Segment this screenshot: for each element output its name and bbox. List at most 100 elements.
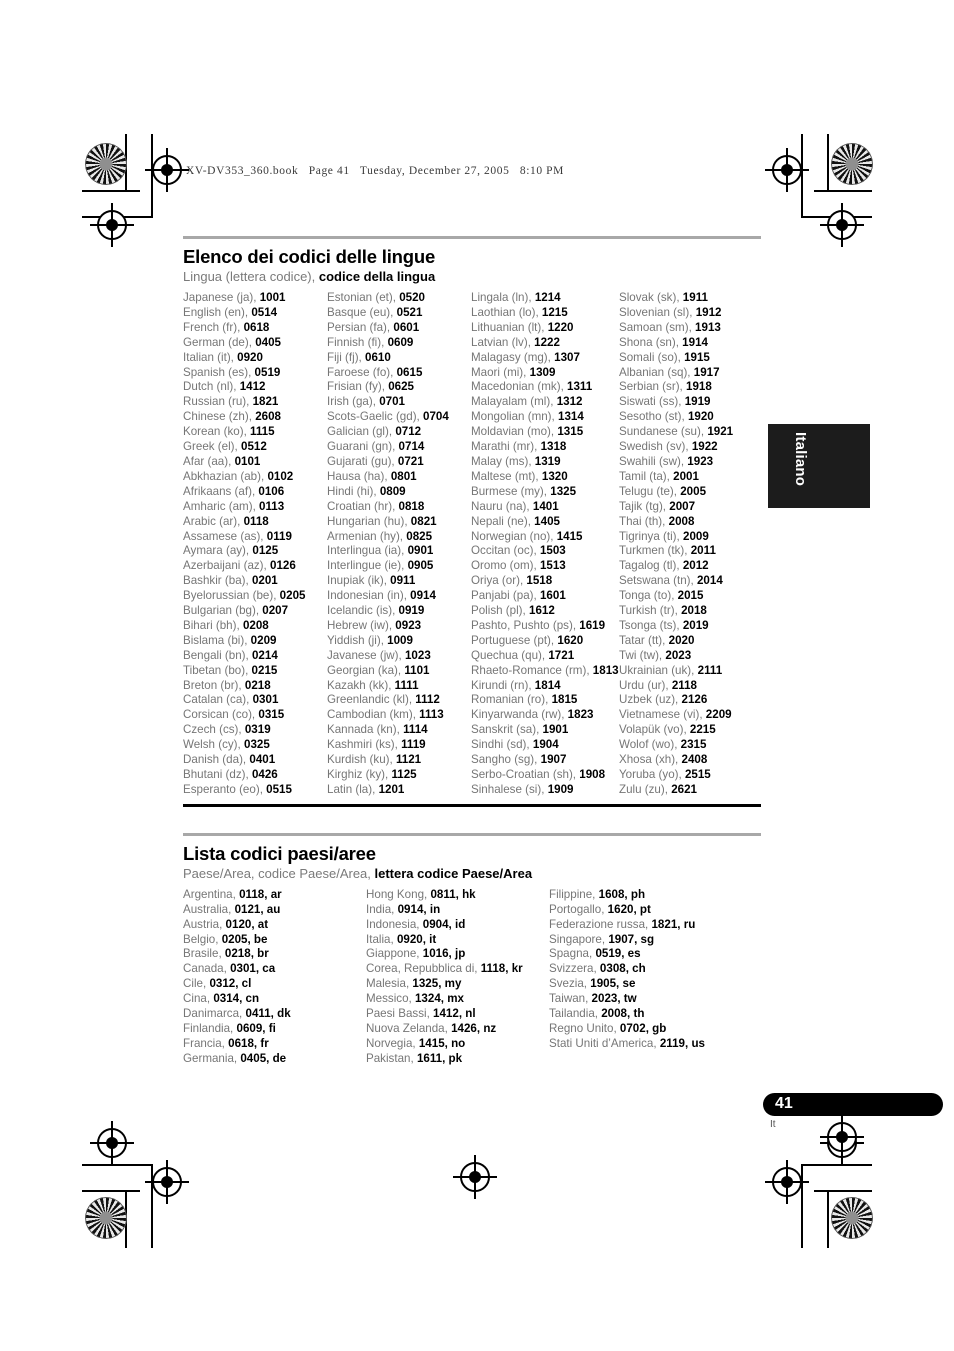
entry-name: Malay (ms), [471,454,532,468]
entry-name: Bislama (bi), [183,633,248,647]
entry-name: Messico, [366,992,412,1006]
entry-name: Spanish (es), [183,365,252,379]
entry-code: 1904 [532,738,559,752]
entry-code: 1319 [534,454,561,468]
list-item: Basque (eu), 0521 [327,306,471,321]
list-item: Scots-Gaelic (gd), 0704 [327,410,471,425]
list-item: Shona (sn), 1914 [619,336,761,351]
entry-name: Stati Uniti d’America, [549,1036,657,1050]
entry-name: Federazione russa, [549,917,649,931]
entry-name: Abkhazian (ab), [183,469,265,483]
entry-code: 2014 [696,574,723,588]
entry-name: Pashto, Pushto (ps), [471,618,577,632]
entry-code: 1905, se [590,977,636,991]
entry-code: 1923 [687,454,714,468]
list-item: Malay (ms), 1319 [471,455,619,470]
list-item: Finlandia, 0609, fi [183,1022,366,1037]
entry-name: Afrikaans (af), [183,484,256,498]
list-item: Messico, 1324, mx [366,992,549,1007]
list-item: Ukrainian (uk), 2111 [619,664,761,679]
entry-name: Tibetan (bo), [183,663,249,677]
entry-name: Norwegian (no), [471,529,554,543]
entry-code: 1813 [592,663,619,677]
country-column-1: Argentina, 0118, ar Australia, 0121, au Au… [183,888,366,1067]
entry-name: Brasile, [183,947,222,961]
entry-name: Danish (da), [183,753,247,767]
list-item: Canada, 0301, ca [183,962,366,977]
registration-target-bottom-center [453,1155,497,1199]
entry-name: Italia, [366,932,394,946]
entry-code: 1914 [682,335,708,349]
entry-code: 2019 [682,618,709,632]
country-column-2: Hong Kong, 0811, hk India, 0914, in Indone… [366,888,549,1067]
list-item: Norwegian (no), 1415 [471,530,619,545]
entry-code: 1907, sg [608,932,655,946]
side-tab-label: Italiano [792,432,810,487]
entry-name: Malayalam (ml), [471,395,554,409]
entry-code: 1412, nl [433,1007,476,1021]
list-item: Filippine, 1608, ph [549,888,761,903]
entry-code: 0512 [241,440,267,454]
list-item: Romanian (ro), 1815 [471,693,619,708]
entry-name: Kirundi (rn), [471,678,532,692]
entry-code: 0207 [262,604,289,618]
entry-name: Maori (mi), [471,365,527,379]
registration-dot [469,1171,481,1183]
entry-name: English (en), [183,305,249,319]
entry-name: Amharic (am), [183,499,256,513]
list-item: Hebrew (iw), 0923 [327,619,471,634]
entry-code: 1815 [551,693,578,707]
entry-name: Icelandic (is), [327,604,396,618]
entry-name: Tailandia, [549,1007,598,1021]
list-item: Cambodian (km), 1113 [327,708,471,723]
entry-code: 2011 [690,544,716,558]
list-item: Interlingua (ia), 0901 [327,544,471,559]
entry-code: 0426 [251,768,278,781]
entry-name: Lingala (ln), [471,291,532,304]
list-item: Portogallo, 1620, pt [549,903,761,918]
entry-code: 1009 [387,633,413,647]
entry-name: Wolof (wo), [619,738,678,752]
list-item: Sanskrit (sa), 1901 [471,723,619,738]
entry-name: Sangho (sg), [471,753,538,767]
entry-name: Bengali (bn), [183,648,249,662]
list-item: Oriya (or), 1518 [471,574,619,589]
page-content: Elenco dei codici delle lingue Lingua (l… [183,236,761,1067]
entry-code: 1111 [394,678,419,692]
entry-name: Aymara (ay), [183,544,250,558]
entry-name: Marathi (mr), [471,440,538,454]
entry-name: Czech (cs), [183,723,242,737]
entry-name: Kannada (kn), [327,723,400,737]
list-item: Estonian (et), 0520 [327,291,471,306]
list-item: Thai (th), 2008 [619,515,761,530]
entry-code: 2020 [668,633,695,647]
entry-code: 1412 [239,380,266,394]
entry-name: Esperanto (eo), [183,782,263,796]
entry-code: 0201 [251,574,278,588]
entry-name: Tatar (tt), [619,633,666,647]
list-item: Tajik (tg), 2007 [619,500,761,515]
registration-dot [106,219,118,231]
entry-name: Tsonga (ts), [619,618,680,632]
entry-code: 0609, fi [236,1021,276,1035]
entry-name: Welsh (cy), [183,738,241,752]
entry-name: Bulgarian (bg), [183,604,260,618]
list-item: Urdu (ur), 2118 [619,679,761,694]
list-item: Argentina, 0118, ar [183,888,366,903]
list-item: Indonesia, 0904, id [366,918,549,933]
list-item: Danish (da), 0401 [183,753,327,768]
entry-name: Urdu (ur), [619,678,669,692]
entry-code: 0601 [393,320,420,334]
entry-code: 0618 [243,320,270,334]
list-item: Maori (mi), 1309 [471,366,619,381]
entry-code: 0312, cl [209,977,252,991]
list-item: Indonesian (in), 0914 [327,589,471,604]
list-item: Macedonian (mk), 1311 [471,380,619,395]
list-item: Norvegia, 1415, no [366,1037,549,1052]
list-item: Malagasy (mg), 1307 [471,351,619,366]
entry-name: Hausa (ha), [327,469,388,483]
entry-code: 2315 [680,738,707,752]
entry-code: 1913 [695,320,721,334]
entry-code: 0609 [387,335,414,349]
list-item: Kinyarwanda (rw), 1823 [471,708,619,723]
